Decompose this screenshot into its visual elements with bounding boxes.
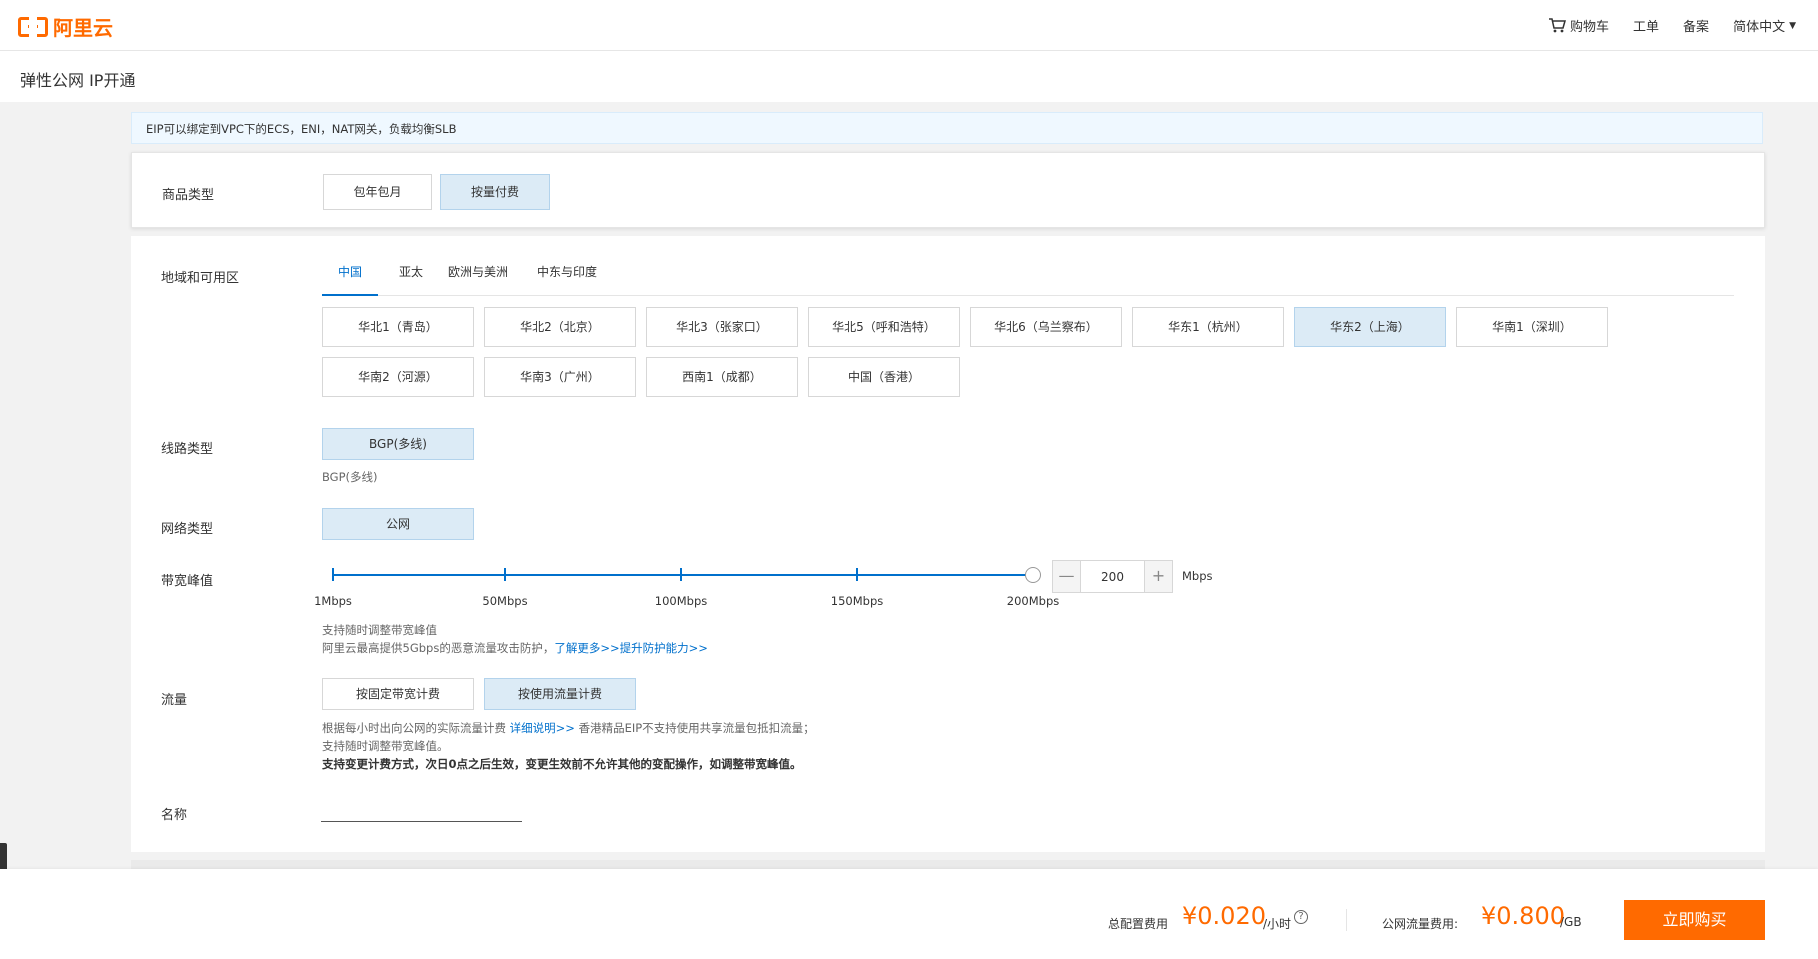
name-label: 名称 <box>161 808 188 823</box>
region-label: 地域和可用区 <box>161 271 240 286</box>
region-option[interactable]: 中国（香港） <box>808 357 960 397</box>
help-icon[interactable]: ? <box>1294 910 1308 924</box>
bandwidth-hint-text: 阿里云最高提供5Gbps的恶意流量攻击防护， <box>322 641 555 655</box>
slider-tick <box>680 568 682 581</box>
bandwidth-hint-line1: 支持随时调整带宽峰值 <box>322 623 437 637</box>
bandwidth-slider-track[interactable] <box>333 574 1032 576</box>
page-title: 弹性公网 IP开通 <box>20 71 136 90</box>
product-type-label: 商品类型 <box>162 188 215 203</box>
line-type-label: 线路类型 <box>161 442 214 457</box>
config-cost: ¥0.020 <box>1182 902 1266 930</box>
bandwidth-unit: Mbps <box>1182 569 1213 583</box>
traffic-hint-text: 根据每小时出向公网的实际流量计费 <box>322 721 506 735</box>
config-cost-label: 总配置费用 <box>1108 917 1169 931</box>
nav-ticket[interactable]: 工单 <box>1633 16 1659 35</box>
slider-tick-label: 150Mbps <box>830 594 884 608</box>
region-option[interactable]: 华北1（青岛） <box>322 307 474 347</box>
option-bgp[interactable]: BGP(多线) <box>322 428 474 460</box>
region-option[interactable]: 华南2（河源） <box>322 357 474 397</box>
protection-link[interactable]: 了解更多>>提升防护能力>> <box>554 641 708 655</box>
region-option[interactable]: 华北6（乌兰察布） <box>970 307 1122 347</box>
traffic-cost-label: 公网流量费用: <box>1382 917 1459 931</box>
slider-tick <box>504 568 506 581</box>
bandwidth-stepper: — + <box>1052 560 1173 593</box>
option-pay-by-traffic[interactable]: 按使用流量计费 <box>484 678 636 710</box>
region-option[interactable]: 华东1（杭州） <box>1132 307 1284 347</box>
traffic-label: 流量 <box>161 693 188 708</box>
nav-cart-label: 购物车 <box>1570 20 1610 35</box>
tab-china[interactable]: 中国 <box>322 264 378 296</box>
region-tabs: 中国 亚太 欧洲与美洲 中东与印度 <box>322 264 1734 296</box>
region-option-selected[interactable]: 华东2（上海） <box>1294 307 1446 347</box>
decrement-button[interactable]: — <box>1053 561 1081 592</box>
region-option[interactable]: 华南3（广州） <box>484 357 636 397</box>
info-notice: EIP可以绑定到VPC下的ECS，ENI，NAT网关，负载均衡SLB <box>131 112 1763 144</box>
traffic-hint-text: 香港精品EIP不支持使用共享流量包抵扣流量； <box>578 721 815 735</box>
bandwidth-slider-handle[interactable] <box>1025 567 1041 583</box>
title-bar: 弹性公网 IP开通 <box>0 51 1818 102</box>
name-input[interactable] <box>321 800 522 822</box>
traffic-cost: ¥0.800 <box>1481 902 1565 930</box>
traffic-cost-unit: /GB <box>1560 915 1582 929</box>
product-type-card: 商品类型 包年包月 按量付费 <box>131 152 1765 228</box>
bandwidth-input[interactable] <box>1081 561 1144 592</box>
details-link[interactable]: 详细说明>> <box>510 721 575 735</box>
divider <box>1346 909 1347 931</box>
nav-cart[interactable]: 购物车 <box>1549 16 1609 35</box>
traffic-hint-bold: 支持变更计费方式，次日0点之后生效，变更生效前不允许其他的变配操作，如调整带宽峰… <box>322 757 802 771</box>
traffic-hint-line2: 支持随时调整带宽峰值。 <box>322 739 449 753</box>
region-option[interactable]: 西南1（成都） <box>646 357 798 397</box>
slider-tick-label: 100Mbps <box>654 594 708 608</box>
top-header: 阿里云 购物车 工单 备案 简体中文 ▼ <box>0 0 1818 51</box>
bandwidth-hint: 支持随时调整带宽峰值 阿里云最高提供5Gbps的恶意流量攻击防护，了解更多>>提… <box>322 621 708 657</box>
tab-asia-pacific[interactable]: 亚太 <box>391 264 431 296</box>
slider-tick <box>332 568 334 581</box>
traffic-hint-line1: 根据每小时出向公网的实际流量计费 详细说明>> 香港精品EIP不支持使用共享流量… <box>322 719 815 737</box>
region-option[interactable]: 华北5（呼和浩特） <box>808 307 960 347</box>
bandwidth-label: 带宽峰值 <box>161 574 214 589</box>
slider-tick-label: 200Mbps <box>1006 594 1060 608</box>
slider-tick <box>856 568 858 581</box>
slider-tick-label: 50Mbps <box>482 594 528 608</box>
line-type-hint: BGP(多线) <box>322 470 378 484</box>
slider-tick-label: 1Mbps <box>314 594 352 608</box>
option-pay-as-you-go[interactable]: 按量付费 <box>440 174 550 210</box>
logo-text: 阿里云 <box>53 16 113 40</box>
traffic-hint-line3: 支持变更计费方式，次日0点之后生效，变更生效前不允许其他的变配操作，如调整带宽峰… <box>322 755 815 773</box>
region-option[interactable]: 华北3（张家口） <box>646 307 798 347</box>
aliyun-logo-icon <box>18 16 48 37</box>
option-fixed-bandwidth[interactable]: 按固定带宽计费 <box>322 678 474 710</box>
region-option[interactable]: 华北2（北京） <box>484 307 636 347</box>
traffic-hint: 根据每小时出向公网的实际流量计费 详细说明>> 香港精品EIP不支持使用共享流量… <box>322 719 815 773</box>
option-public-network[interactable]: 公网 <box>322 508 474 540</box>
config-cost-unit: /小时 <box>1263 917 1292 931</box>
tab-europe-america[interactable]: 欧洲与美洲 <box>442 264 514 296</box>
aliyun-logo[interactable]: 阿里云 <box>18 12 113 41</box>
nav-language[interactable]: 简体中文 ▼ <box>1733 16 1796 35</box>
top-nav: 购物车 工单 备案 简体中文 ▼ <box>1549 16 1796 35</box>
bandwidth-hint-line2: 阿里云最高提供5Gbps的恶意流量攻击防护，了解更多>>提升防护能力>> <box>322 639 708 657</box>
nav-language-label: 简体中文 <box>1733 20 1786 35</box>
nav-filing[interactable]: 备案 <box>1683 16 1709 35</box>
caret-down-icon: ▼ <box>1789 20 1796 31</box>
tab-middle-east-india[interactable]: 中东与印度 <box>531 264 603 296</box>
increment-button[interactable]: + <box>1144 561 1172 592</box>
network-type-label: 网络类型 <box>161 522 214 537</box>
option-subscription[interactable]: 包年包月 <box>323 174 432 210</box>
cart-icon <box>1549 18 1567 33</box>
region-option[interactable]: 华南1（深圳） <box>1456 307 1608 347</box>
buy-now-button[interactable]: 立即购买 <box>1624 900 1765 940</box>
